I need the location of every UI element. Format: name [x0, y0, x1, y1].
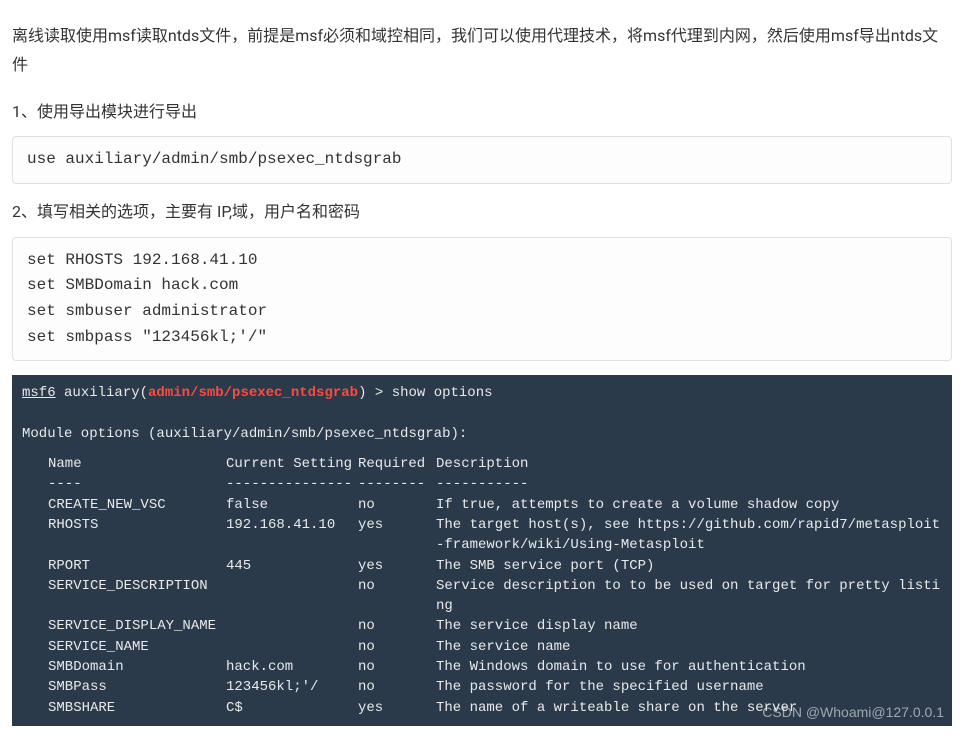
header-name: Name — [48, 454, 226, 474]
cell-required: yes — [358, 698, 436, 718]
cell-required: no — [358, 637, 436, 657]
prompt-command: show options — [392, 385, 493, 401]
cell-name: CREATE_NEW_VSC — [48, 495, 226, 515]
options-header-row: Name Current Setting Required Descriptio… — [22, 454, 942, 474]
step1-code-block: use auxiliary/admin/smb/psexec_ntdsgrab — [12, 136, 952, 184]
table-row: RPORT445yesThe SMB service port (TCP) — [22, 556, 942, 576]
module-options-line: Module options (auxiliary/admin/smb/psex… — [22, 424, 942, 444]
prompt-module-path: admin/smb/psexec_ntdsgrab — [148, 385, 358, 401]
options-divider-row: ---- --------------- -------- ----------… — [22, 474, 942, 494]
table-row: SMBSHAREC$yesThe name of a writeable sha… — [22, 698, 942, 718]
blank-line — [22, 403, 942, 423]
cell-description: The service name — [436, 637, 942, 657]
divider-name: ---- — [48, 474, 226, 494]
divider-required: -------- — [358, 474, 436, 494]
intro-paragraph: 离线读取使用msf读取ntds文件，前提是msf必须和域控相同，我们可以使用代理… — [12, 22, 952, 80]
cell-description: The service display name — [436, 616, 942, 636]
cell-required: no — [358, 657, 436, 677]
cell-required: no — [358, 576, 436, 617]
cell-description: The password for the specified username — [436, 677, 942, 697]
cell-description: The target host(s), see https://github.c… — [436, 515, 942, 556]
cell-description: The Windows domain to use for authentica… — [436, 657, 942, 677]
cell-name: SMBDomain — [48, 657, 226, 677]
cell-name: RPORT — [48, 556, 226, 576]
terminal-prompt-line: msf6 auxiliary(admin/smb/psexec_ntdsgrab… — [22, 383, 942, 403]
step2-code-block: set RHOSTS 192.168.41.10 set SMBDomain h… — [12, 237, 952, 361]
table-row: SERVICE_DESCRIPTION noService description… — [22, 576, 942, 617]
cell-current — [226, 616, 358, 636]
cell-current: 192.168.41.10 — [226, 515, 358, 556]
cell-name: SERVICE_DESCRIPTION — [48, 576, 226, 617]
cell-current — [226, 637, 358, 657]
cell-description: The SMB service port (TCP) — [436, 556, 942, 576]
cell-description: Service description to to be used on tar… — [436, 576, 942, 617]
header-description: Description — [436, 454, 942, 474]
header-required: Required — [358, 454, 436, 474]
divider-description: ----------- — [436, 474, 942, 494]
cell-name: RHOSTS — [48, 515, 226, 556]
step1-label: 1、使用导出模块进行导出 — [12, 98, 952, 127]
table-row: SMBDomainhack.comnoThe Windows domain to… — [22, 657, 942, 677]
table-row: SERVICE_NAME noThe service name — [22, 637, 942, 657]
table-row: SMBPass123456kl;'/noThe password for the… — [22, 677, 942, 697]
cell-name: SMBPass — [48, 677, 226, 697]
cell-required: no — [358, 495, 436, 515]
divider-current: --------------- — [226, 474, 358, 494]
options-table: Name Current Setting Required Descriptio… — [22, 454, 942, 718]
cell-description: If true, attempts to create a volume sha… — [436, 495, 942, 515]
cell-name: SMBSHARE — [48, 698, 226, 718]
header-current: Current Setting — [226, 454, 358, 474]
cell-required: no — [358, 677, 436, 697]
cell-current: 445 — [226, 556, 358, 576]
cell-current: hack.com — [226, 657, 358, 677]
terminal-output: msf6 auxiliary(admin/smb/psexec_ntdsgrab… — [12, 375, 952, 726]
table-row: SERVICE_DISPLAY_NAME noThe service displa… — [22, 616, 942, 636]
cell-required: yes — [358, 556, 436, 576]
cell-current: false — [226, 495, 358, 515]
cell-current — [226, 576, 358, 617]
cell-current: 123456kl;'/ — [226, 677, 358, 697]
cell-current: C$ — [226, 698, 358, 718]
table-row: RHOSTS192.168.41.10yesThe target host(s)… — [22, 515, 942, 556]
step2-label: 2、填写相关的选项，主要有 IP,域，用户名和密码 — [12, 198, 952, 227]
prompt-module-word: auxiliary( — [56, 385, 148, 401]
cell-required: no — [358, 616, 436, 636]
prompt-suffix: ) > — [358, 385, 392, 401]
cell-required: yes — [358, 515, 436, 556]
cell-name: SERVICE_DISPLAY_NAME — [48, 616, 226, 636]
prompt-prefix: msf6 — [22, 385, 56, 401]
cell-description: The name of a writeable share on the ser… — [436, 698, 942, 718]
cell-name: SERVICE_NAME — [48, 637, 226, 657]
table-row: CREATE_NEW_VSCfalsenoIf true, attempts t… — [22, 495, 942, 515]
